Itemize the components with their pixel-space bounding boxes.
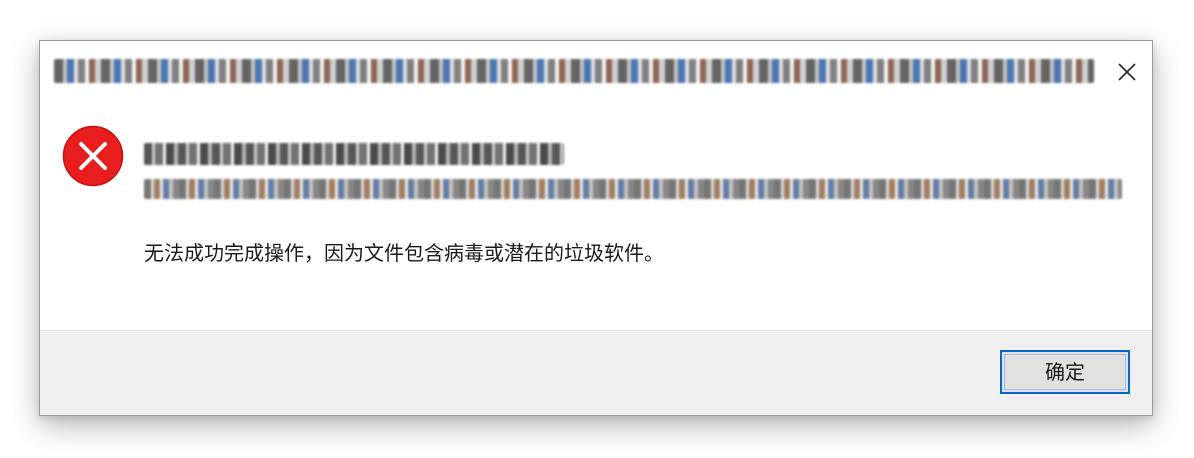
error-icon [62,125,124,187]
close-button[interactable] [1112,57,1142,87]
ok-button[interactable]: 确定 [1000,350,1130,394]
dialog-title-blurred [54,59,1094,83]
dialog-content: 无法成功完成操作，因为文件包含病毒或潜在的垃圾软件。 [40,103,1152,331]
close-icon [1118,63,1136,81]
title-bar [40,41,1152,103]
button-bar: 确定 [40,330,1152,415]
file-path-blurred [144,179,1122,199]
error-message: 无法成功完成操作，因为文件包含病毒或潜在的垃圾软件。 [144,241,664,265]
file-name-blurred [144,143,564,165]
error-dialog: 无法成功完成操作，因为文件包含病毒或潜在的垃圾软件。 确定 [39,40,1153,416]
